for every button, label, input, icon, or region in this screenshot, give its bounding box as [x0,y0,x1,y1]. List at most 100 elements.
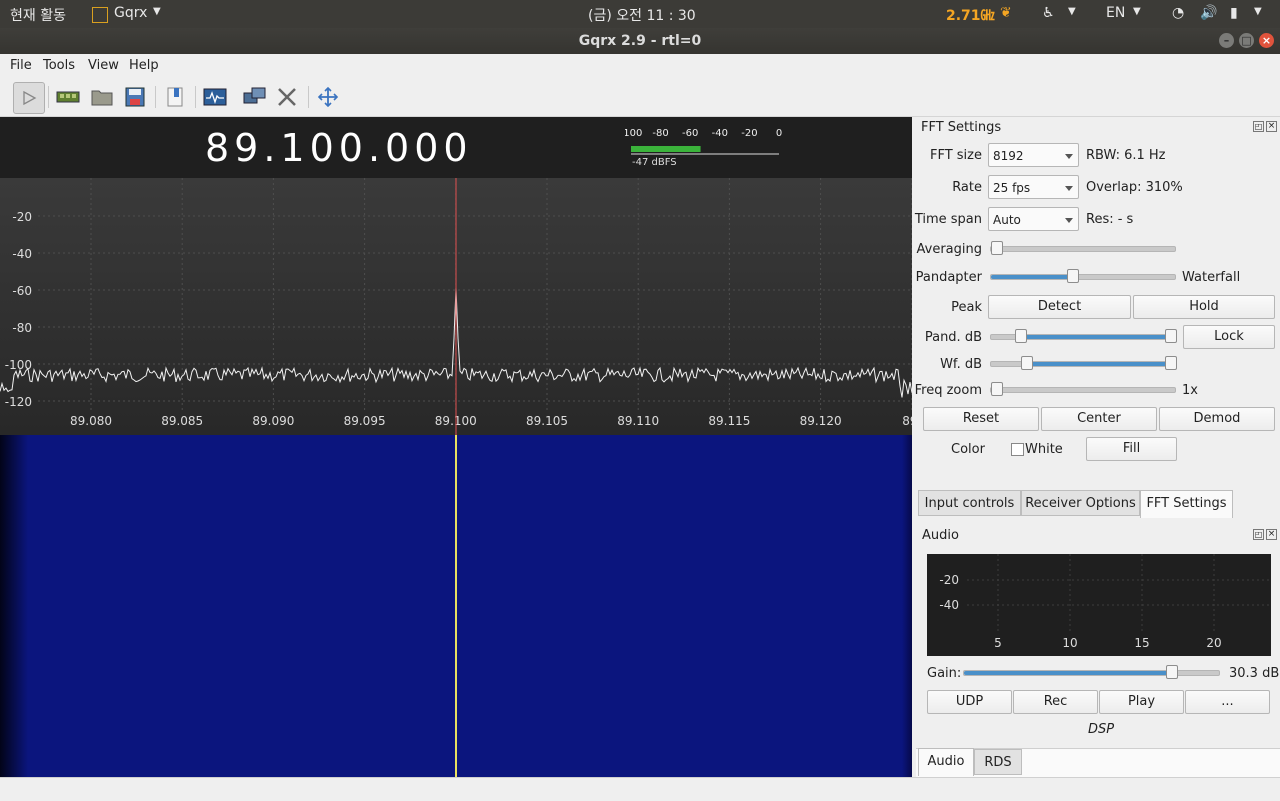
averaging-slider[interactable] [990,241,1176,255]
fill-button[interactable]: Fill [1086,437,1177,461]
bookmarks-button[interactable] [160,82,190,112]
chevron-down-icon: ▼ [1254,6,1262,17]
slider-handle-low[interactable] [1021,356,1033,370]
float-dock-icon[interactable]: ◰ [1253,529,1264,540]
cpu-frequency-indicator[interactable]: 2.71㎓ [946,5,995,25]
accessibility-icon[interactable]: ♿ [1042,5,1055,21]
slider-handle[interactable] [1166,665,1178,679]
rate-select[interactable]: 25 fps [988,175,1079,199]
y-tick-label: -120 [5,395,32,409]
maximize-button[interactable]: □ [1239,33,1254,48]
smeter-tick-label: -40 [712,128,728,139]
slider-handle-low[interactable] [1015,329,1027,343]
volume-icon[interactable]: 🔊 [1200,5,1217,21]
tab-fft-settings[interactable]: FFT Settings [1140,490,1233,518]
configure-button[interactable] [272,82,302,112]
slider-handle[interactable] [991,382,1003,396]
start-dsp-button[interactable] [13,82,45,114]
tab-input-controls[interactable]: Input controls [918,490,1021,516]
fullscreen-button[interactable] [313,82,343,112]
menu-file[interactable]: File [10,58,32,73]
remote-control-button[interactable] [240,82,270,112]
y-tick-label: -40 [939,598,959,612]
slider-handle-high[interactable] [1165,356,1177,370]
wf-db-range-slider[interactable] [990,356,1177,370]
signal-meter-scale: -100 -80 -60 -40 -20 0 -47 dBFS [620,128,783,168]
close-dock-icon[interactable]: × [1266,529,1277,540]
close-button[interactable]: × [1259,33,1274,48]
play-button[interactable]: Play [1099,690,1184,714]
wifi-icon[interactable]: ◔ [1172,5,1184,21]
battery-icon[interactable]: ▮ [1230,5,1238,21]
frequency-display[interactable]: 89.100.000 [205,126,473,170]
dsp-view-button[interactable] [200,82,230,112]
hardware-icon [56,91,80,103]
white-checkbox-label: White [1025,442,1063,457]
app-menu-button[interactable]: Gqrx [114,5,147,21]
x-tick-label: 89.080 [70,414,112,428]
menu-bar: File Tools View Help [0,54,1280,78]
smeter-reading: -47 dBFS [632,157,677,168]
chevron-down-icon: ▼ [153,6,161,17]
y-tick-label: -20 [939,573,959,587]
load-settings-button[interactable] [87,82,117,112]
tab-receiver-options[interactable]: Receiver Options [1021,490,1140,516]
io-devices-button[interactable] [53,82,83,112]
zoom-demod-button[interactable]: Demod [1159,407,1275,431]
menu-tools[interactable]: Tools [43,58,75,73]
timespan-select[interactable]: Auto [988,207,1079,231]
x-tick-label: 89.115 [708,414,750,428]
audio-gain-slider[interactable] [963,665,1220,679]
pandapter-waterfall-slider[interactable] [990,269,1176,283]
spectrum-svg[interactable]: -20-40-60-80-100-12089.080 89.085 89.090 89… [0,178,921,435]
network-icon [243,87,266,104]
pandapter-plot[interactable]: -20 -40 -60 -80 -100 -120 89.080 89.085 89.090 89… [0,178,921,435]
y-tick-label: -20 [12,210,32,224]
menu-help[interactable]: Help [129,58,159,73]
x-tick-label: 20 [1206,636,1221,650]
smeter-tick-label: 0 [776,128,782,139]
fft-size-select[interactable]: 8192 [988,143,1079,167]
waterfall-display[interactable] [0,435,912,777]
pand-db-range-slider[interactable] [990,329,1177,343]
fft-size-label: FFT size [929,148,982,163]
slider-handle[interactable] [991,241,1003,255]
bookmark-icon [167,87,183,107]
udp-button[interactable]: UDP [927,690,1012,714]
peak-detect-button[interactable]: Detect [988,295,1131,319]
freq-zoom-label: Freq zoom [914,383,982,398]
lock-button[interactable]: Lock [1183,325,1275,349]
close-dock-icon[interactable]: × [1266,121,1277,132]
float-dock-icon[interactable]: ◰ [1253,121,1264,132]
activities-button[interactable]: 현재 활동 [10,5,66,25]
timespan-label: Time span [914,212,982,227]
rate-label: Rate [952,180,982,195]
clock[interactable]: (금) 오전 11 : 30 [588,5,696,25]
zoom-reset-button[interactable]: Reset [923,407,1039,431]
panel-title: FFT Settings [921,120,1002,135]
audio-spectrum[interactable]: -20 -40 5 10 15 20 [927,554,1271,656]
averaging-label: Averaging [916,242,983,257]
slider-handle[interactable] [1067,269,1079,283]
menu-view[interactable]: View [88,58,119,73]
zoom-center-button[interactable]: Center [1041,407,1157,431]
slider-fill [964,671,1172,675]
record-button[interactable]: Rec [1013,690,1098,714]
tab-rds[interactable]: RDS [974,749,1022,775]
waterfall-edge-left [0,435,28,777]
status-bar [0,777,1280,801]
minimize-button[interactable]: – [1219,33,1234,48]
peak-hold-button[interactable]: Hold [1133,295,1275,319]
audio-options-button[interactable]: ... [1185,690,1270,714]
audio-spectrum-svg: -20 -40 5 10 15 20 [939,554,1271,650]
save-icon [125,87,145,107]
freq-zoom-slider[interactable] [990,382,1176,396]
language-indicator[interactable]: EN [1106,5,1125,21]
play-icon [23,90,37,106]
signal-meter: -100 -80 -60 -40 -20 0 -47 dBFS [620,125,785,169]
white-checkbox[interactable] [1011,443,1024,456]
tab-audio[interactable]: Audio [918,748,974,776]
tools-icon [278,88,296,106]
save-settings-button[interactable] [120,82,150,112]
slider-handle-high[interactable] [1165,329,1177,343]
